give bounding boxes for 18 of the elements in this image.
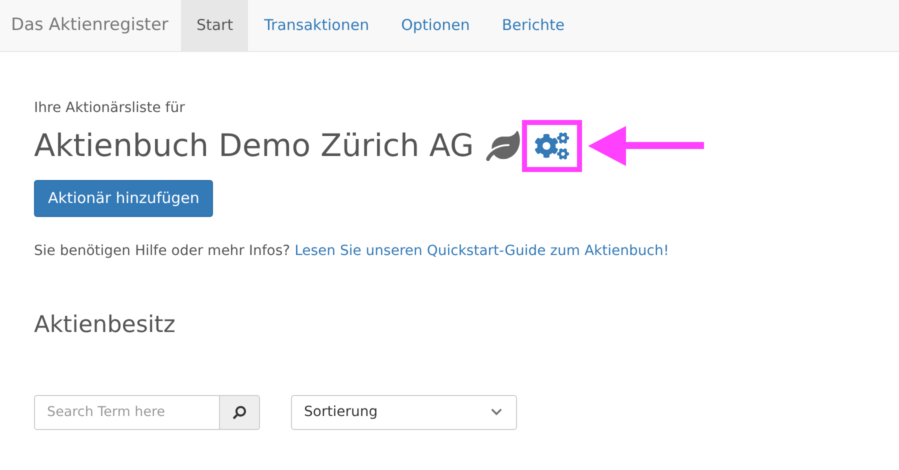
- company-title: Aktienbuch Demo Zürich AG: [34, 126, 474, 166]
- nav-tab[interactable]: Optionen: [385, 0, 486, 51]
- quickstart-link[interactable]: Lesen Sie unseren Quickstart-Guide zum Aktienbuch!: [294, 243, 669, 259]
- brand-link[interactable]: Das Aktienregister: [0, 0, 180, 51]
- sort-select[interactable]: Sortierung: [291, 394, 517, 430]
- search-icon: [233, 406, 246, 418]
- settings-icon[interactable]: [534, 131, 569, 161]
- nav-tab[interactable]: Start: [181, 0, 248, 51]
- subtitle: Ihre Aktionärsliste für: [34, 99, 186, 118]
- section-title: Aktienbesitz: [34, 311, 176, 340]
- search-button[interactable]: [220, 394, 260, 430]
- nav-tab[interactable]: Berichte: [486, 0, 581, 51]
- chevron-icon: [489, 406, 504, 418]
- help-text: Sie benötigen Hilfe oder mehr Infos? Lesen Sie unseren Quickstart-Guide zum Aktienbuch!: [34, 242, 670, 261]
- leaf-icon: [486, 131, 520, 161]
- add-shareholder-button[interactable]: Aktionär hinzufügen: [34, 180, 214, 217]
- search-field[interactable]: Search Term here: [34, 394, 220, 430]
- nav-tab[interactable]: Transaktionen: [248, 0, 386, 51]
